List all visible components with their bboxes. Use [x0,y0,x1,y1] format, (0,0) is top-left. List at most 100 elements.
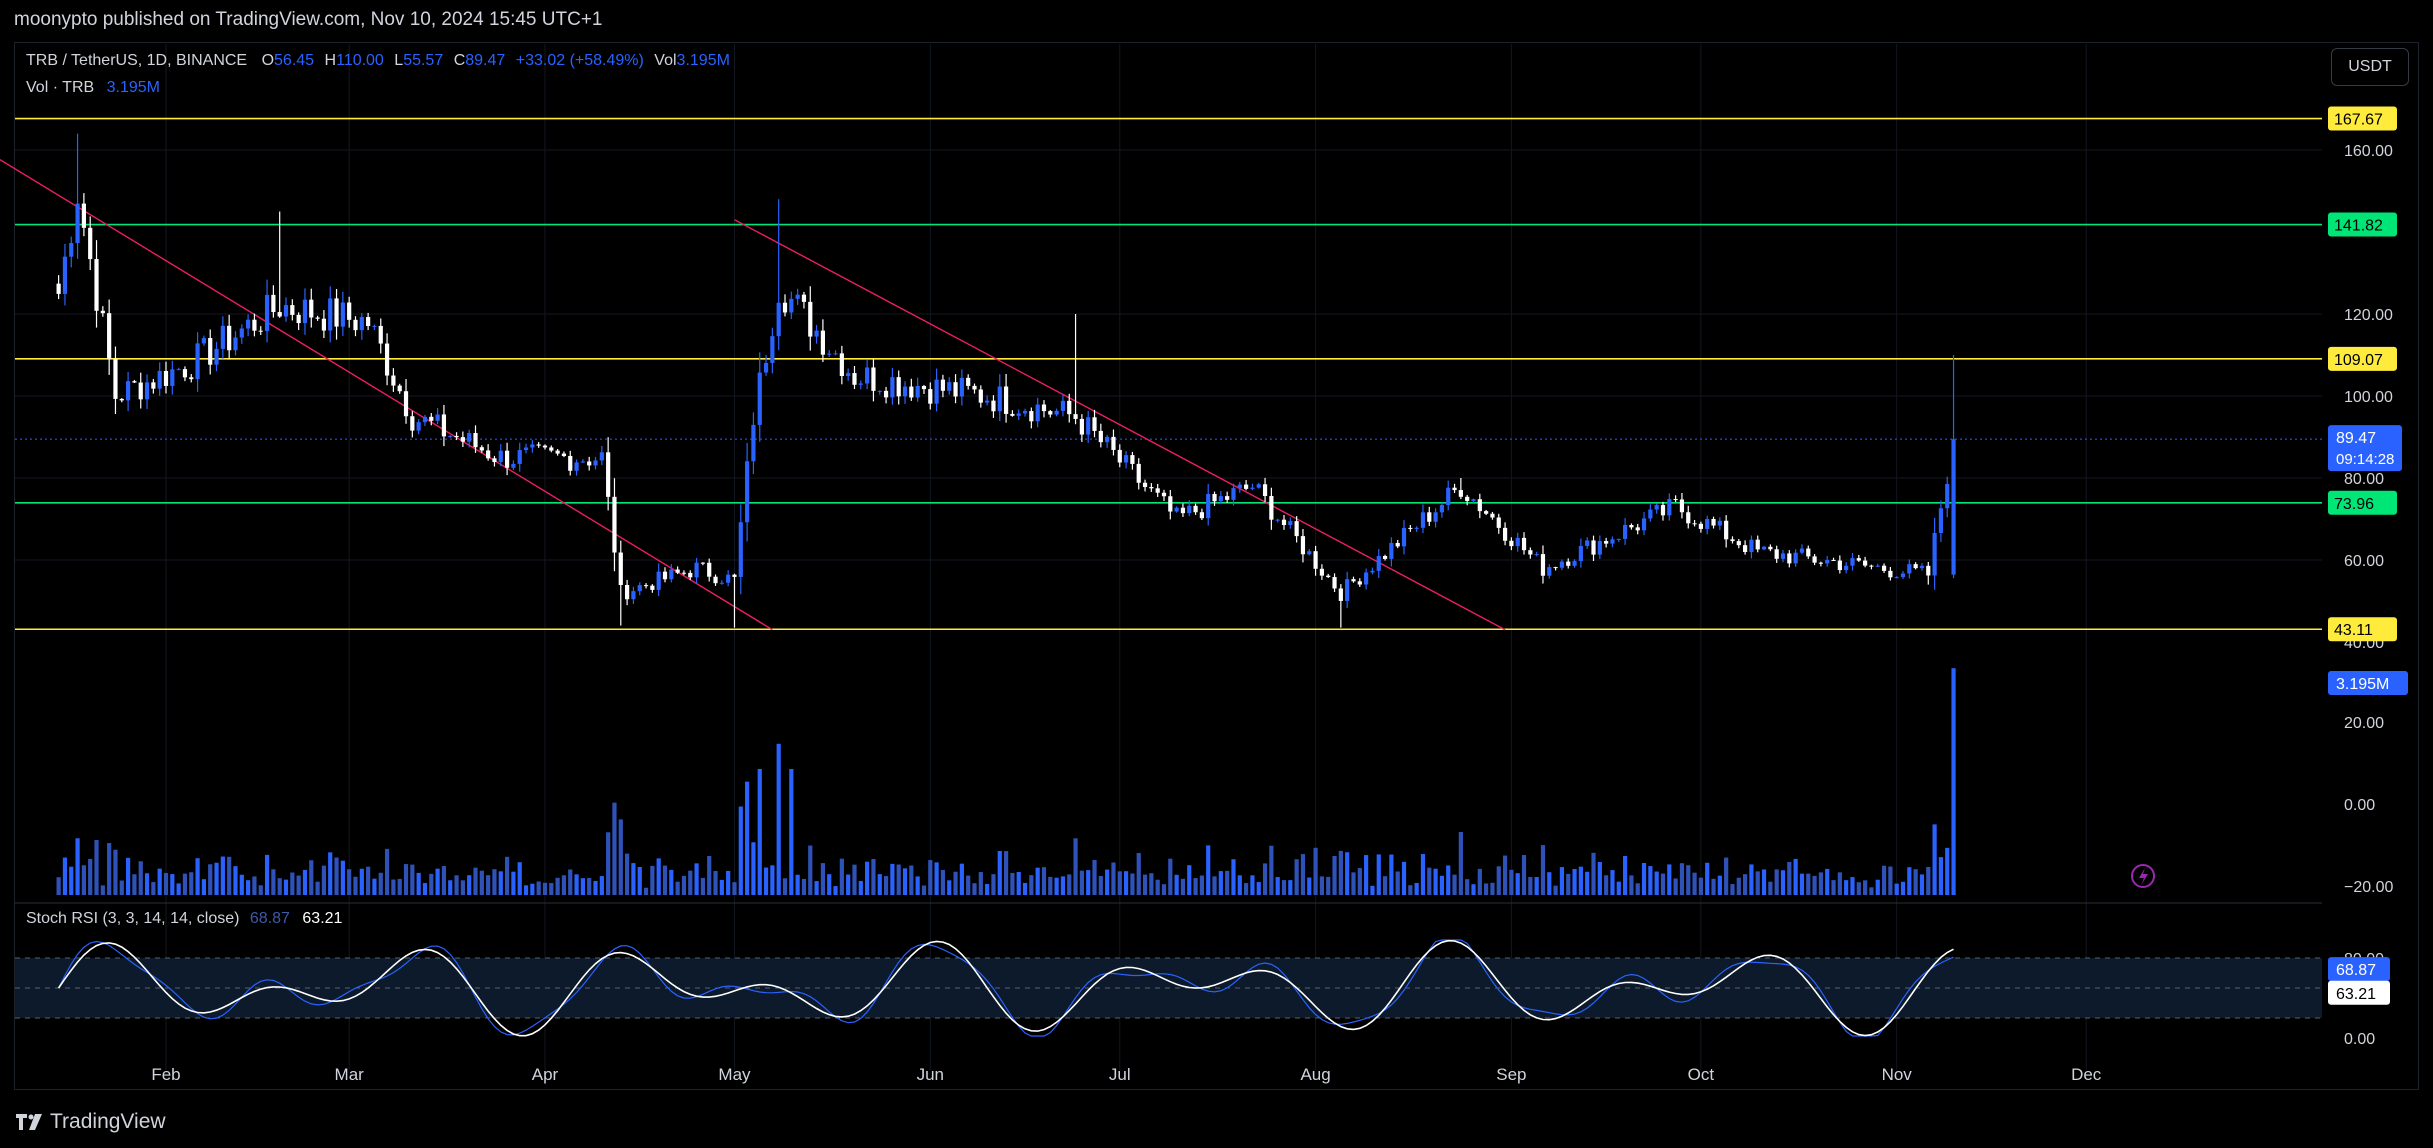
candle-body [1079,418,1084,435]
volume-bar [1086,870,1091,895]
candle-body [953,382,958,397]
candle-body [593,460,598,466]
volume-bar [1559,867,1565,895]
candle-body [1319,568,1325,576]
volume-bar [1395,871,1400,895]
volume-bar [1806,873,1811,895]
candle-body [751,424,756,462]
candle-body [1111,436,1116,450]
candle-body [1439,505,1445,513]
candle-body [208,338,213,365]
candle-body [315,317,320,319]
last-price-tag: 89.47 09:14:28 [2328,425,2402,472]
volume-bar [1528,876,1533,895]
alert-lightning-icon[interactable] [2131,864,2155,888]
candle-body [1130,455,1135,464]
volume-bar [940,869,946,895]
volume-bar [1667,864,1672,895]
candle-body [1155,488,1160,493]
candle-body [555,450,560,454]
volume-bar [1540,845,1546,895]
volume-bar [296,875,301,895]
volume-bar [233,866,238,895]
tradingview-logo[interactable]: TradingView [16,1110,166,1134]
candle-body [795,294,800,299]
volume-bar [1616,881,1621,895]
candle-body [1446,487,1451,506]
volume-bar [1010,872,1015,895]
candle-body [1060,400,1066,411]
volume-bar [631,863,636,895]
candle-body [126,381,131,401]
candle-body [1389,542,1394,559]
level-tag-text: 73.96 [2334,496,2374,513]
volume-bar [1136,853,1141,895]
volume-bar [1389,854,1394,895]
candle-body [827,353,832,355]
volume-bar [1016,871,1021,895]
chart-canvas[interactable]: 160.00120.00100.0080.0060.0040.00167.671… [0,0,2433,1148]
candle-body [403,391,409,417]
candle-body [1881,565,1887,571]
volume-indicator-value: 3.195M [106,79,160,96]
candle-body [1812,556,1817,563]
volume-bar [953,871,958,895]
candle-body [486,450,491,459]
volume-bar [795,874,800,895]
volume-bar [1938,857,1944,895]
time-tick-label: Jun [917,1065,944,1084]
candle-body [384,343,390,376]
volume-bar [1294,859,1299,895]
volume-bar [100,885,105,895]
volume-bar [486,875,491,895]
symbol-label[interactable]: TRB / TetherUS, 1D, BINANCE [26,52,247,69]
volume-bar [1799,873,1805,895]
volume-bar [1730,884,1735,895]
candle-body [366,317,371,327]
volume-bar [201,879,206,895]
stoch-d-tag: 63.21 [2328,980,2390,1005]
candle-body [985,400,990,403]
stoch-label[interactable]: Stoch RSI (3, 3, 14, 14, close) [26,910,239,927]
volume-bar [757,769,762,895]
candle-body [909,386,914,398]
candle-body [738,522,743,577]
volume-bar [1458,832,1463,895]
currency-button[interactable]: USDT [2331,48,2409,86]
open-value: 56.45 [274,52,315,69]
volume-legend: Vol · TRB 3.195M [26,79,160,97]
candle-body [776,302,781,337]
volume-bar [542,882,548,895]
candle-body [492,458,497,462]
volume-bar [1446,865,1451,895]
stoch-k-tag: 68.87 [2328,957,2390,982]
stoch-tick-label: 0.00 [2344,1031,2375,1048]
volume-bar [1035,867,1040,895]
candle-body [246,319,251,329]
volume-bar [1262,863,1268,895]
volume-bar [1345,852,1350,895]
candle-body [378,325,383,344]
volume-bar [637,867,642,895]
candle-body [1900,573,1906,578]
price-tick-label: 80.00 [2344,471,2384,488]
candle-body [890,377,895,398]
volume-bar [1117,871,1122,895]
volume-bar [176,883,181,895]
volume-bar [1553,885,1558,895]
volume-indicator-label[interactable]: Vol · TRB [26,79,94,96]
volume-bar [119,880,124,895]
volume-bar [1168,858,1173,895]
candle-body [1660,505,1666,516]
candle-body [1029,411,1034,422]
time-tick-label: Oct [1688,1065,1715,1084]
candle-body [1869,565,1874,567]
stoch-k-tag-text: 68.87 [2336,962,2376,979]
candle-body [1553,567,1558,569]
volume-bar [1351,872,1356,895]
candle-body [94,259,99,311]
candle-body [264,294,270,331]
candle-body [978,389,983,403]
trend-lines [0,158,1506,631]
volume-bar [624,853,630,895]
